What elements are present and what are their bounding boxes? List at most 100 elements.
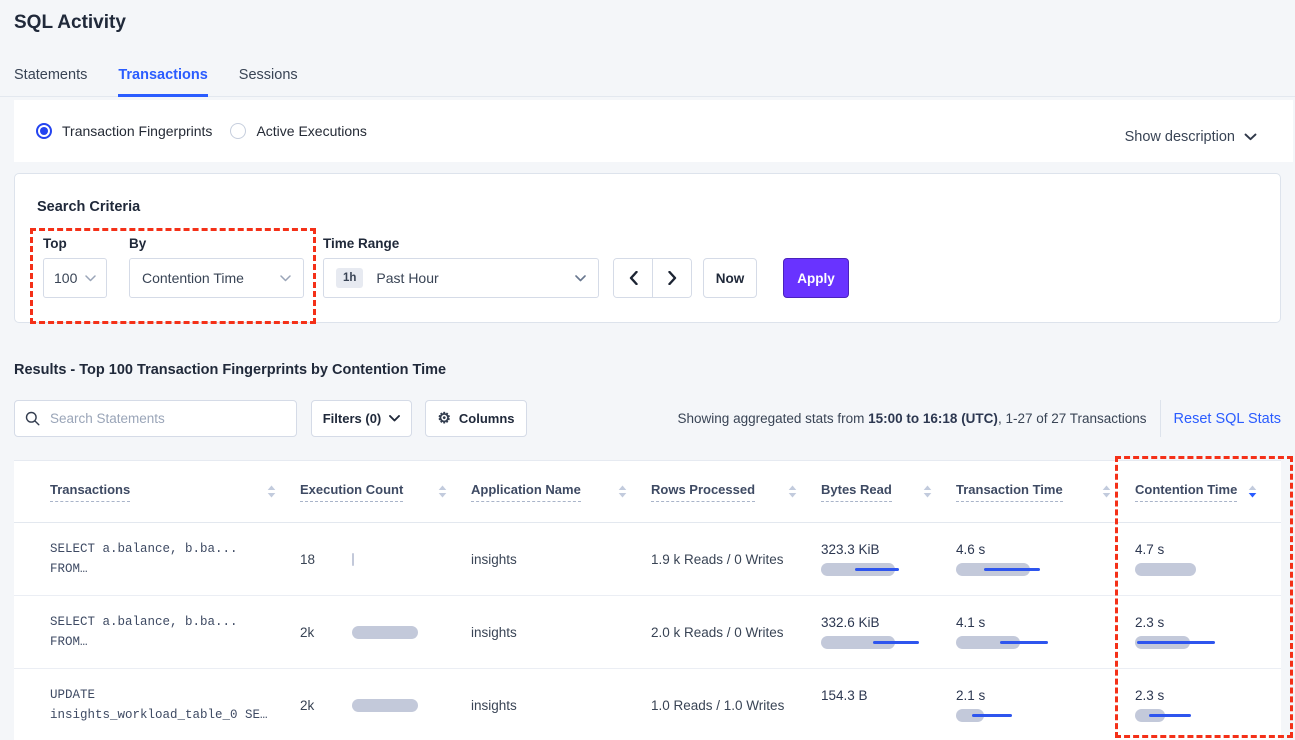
application-name-cell: insights [471,698,651,713]
radio-label: Active Executions [256,123,367,139]
execution-count-bar [352,626,471,639]
chevron-down-icon [389,415,400,422]
aggregated-stats-text: Showing aggregated stats from 15:00 to 1… [678,411,1147,426]
chevron-down-icon [575,275,586,282]
transaction-fingerprint-link[interactable]: SELECT a.balance, b.ba... FROM… [50,612,300,652]
column-header-transactions[interactable]: Transactions [50,482,300,502]
execution-count-bar [352,553,471,566]
apply-button[interactable]: Apply [783,258,849,298]
column-header-application-name[interactable]: Application Name [471,482,651,502]
column-header-rows-processed[interactable]: Rows Processed [651,482,821,502]
chevron-down-icon [85,275,96,282]
column-header-transaction-time[interactable]: Transaction Time [956,482,1135,502]
search-criteria-heading: Search Criteria [37,199,140,215]
filters-button[interactable]: Filters (0) [311,400,412,437]
top-label: Top [43,236,67,251]
execution-count-cell: 2k [300,698,471,713]
sort-icon [788,485,797,498]
chevron-left-icon [629,271,638,285]
chevron-down-icon [1244,133,1257,141]
transaction-time-cell: 4.1 s [956,615,1135,649]
next-range-button[interactable] [653,259,691,297]
tab-transactions[interactable]: Transactions [118,67,207,96]
transaction-time-cell: 4.6 s [956,542,1135,576]
previous-range-button[interactable] [614,259,653,297]
time-range-select[interactable]: 1h Past Hour [323,258,599,298]
time-range-pager [613,258,692,298]
divider [1160,400,1161,437]
search-statements-box [14,400,297,437]
table-row: SELECT a.balance, b.ba... FROM… 2k insig… [14,596,1281,669]
columns-button[interactable]: ⚙ Columns [425,400,527,437]
column-header-contention-time[interactable]: Contention Time [1135,482,1281,502]
contention-time-bar [1135,709,1281,722]
column-header-bytes-read[interactable]: Bytes Read [821,482,956,502]
contention-time-cell: 4.7 s [1135,542,1281,576]
contention-time-bar [1135,563,1281,576]
sort-desc-icon [1248,485,1257,498]
bytes-read-cell: 332.6 KiB [821,615,956,649]
search-icon [25,411,40,426]
search-criteria-panel: Search Criteria Top By Time Range 100 Co… [14,173,1281,323]
execution-count-bar [352,699,471,712]
radio-transaction-fingerprints[interactable]: Transaction Fingerprints [36,123,212,139]
execution-count-cell: 2k [300,625,471,640]
transaction-time-bar [956,709,1135,722]
table-row: SELECT a.balance, b.ba... FROM… 18 insig… [14,523,1281,596]
radio-selected-icon [36,123,52,139]
radio-active-executions[interactable]: Active Executions [230,123,367,139]
transaction-time-bar [956,636,1135,649]
radio-unselected-icon [230,123,246,139]
columns-label: Columns [459,411,515,426]
table-header-row: Transactions Execution Count Application… [14,461,1281,523]
by-label: By [129,236,146,251]
stats-area: Showing aggregated stats from 15:00 to 1… [678,400,1281,437]
results-heading: Results - Top 100 Transaction Fingerprin… [14,362,446,378]
tab-statements[interactable]: Statements [14,67,87,96]
rows-processed-cell: 1.9 k Reads / 0 Writes [651,552,821,567]
time-range-badge: 1h [336,268,363,288]
tab-sessions[interactable]: Sessions [239,67,298,96]
show-description-toggle[interactable]: Show description [1125,129,1257,145]
transaction-fingerprint-link[interactable]: UPDATE insights_workload_table_0 SE… [50,685,300,725]
sort-icon [923,485,932,498]
radio-label: Transaction Fingerprints [62,123,212,139]
gear-icon: ⚙ [437,411,450,426]
application-name-cell: insights [471,552,651,567]
rows-processed-cell: 2.0 k Reads / 0 Writes [651,625,821,640]
application-name-cell: insights [471,625,651,640]
column-header-execution-count[interactable]: Execution Count [300,482,471,502]
filters-label: Filters (0) [323,411,382,426]
execution-count-cell: 18 [300,552,471,567]
bytes-read-bar [821,636,956,649]
chevron-right-icon [668,271,677,285]
top-select[interactable]: 100 [43,258,107,298]
transaction-time-cell: 2.1 s [956,688,1135,722]
search-statements-input[interactable] [48,410,286,427]
by-select-value: Contention Time [142,270,244,286]
time-range-label: Time Range [323,236,399,251]
bytes-read-bar [821,563,956,576]
sort-icon [1102,485,1111,498]
rows-processed-cell: 1.0 Reads / 1.0 Writes [651,698,821,713]
contention-time-cell: 2.3 s [1135,688,1281,722]
show-description-label: Show description [1125,129,1235,145]
tab-bar: Statements Transactions Sessions [0,54,1295,97]
table-row: UPDATE insights_workload_table_0 SE… 2k … [14,669,1281,740]
transaction-time-bar [956,563,1135,576]
by-select[interactable]: Contention Time [129,258,304,298]
bytes-read-cell: 323.3 KiB [821,542,956,576]
now-button[interactable]: Now [703,258,757,298]
time-range-value: Past Hour [376,270,575,286]
sort-icon [438,485,447,498]
view-toggle-strip: Transaction Fingerprints Active Executio… [14,100,1293,162]
sort-icon [618,485,627,498]
sort-icon [267,485,276,498]
chevron-down-icon [280,275,291,282]
bytes-read-cell: 154.3 B [821,688,956,722]
page-title: SQL Activity [14,12,126,34]
reset-sql-stats-link[interactable]: Reset SQL Stats [1174,411,1281,427]
transaction-fingerprint-link[interactable]: SELECT a.balance, b.ba... FROM… [50,539,300,579]
transactions-table: Transactions Execution Count Application… [14,460,1281,740]
contention-time-bar [1135,636,1281,649]
